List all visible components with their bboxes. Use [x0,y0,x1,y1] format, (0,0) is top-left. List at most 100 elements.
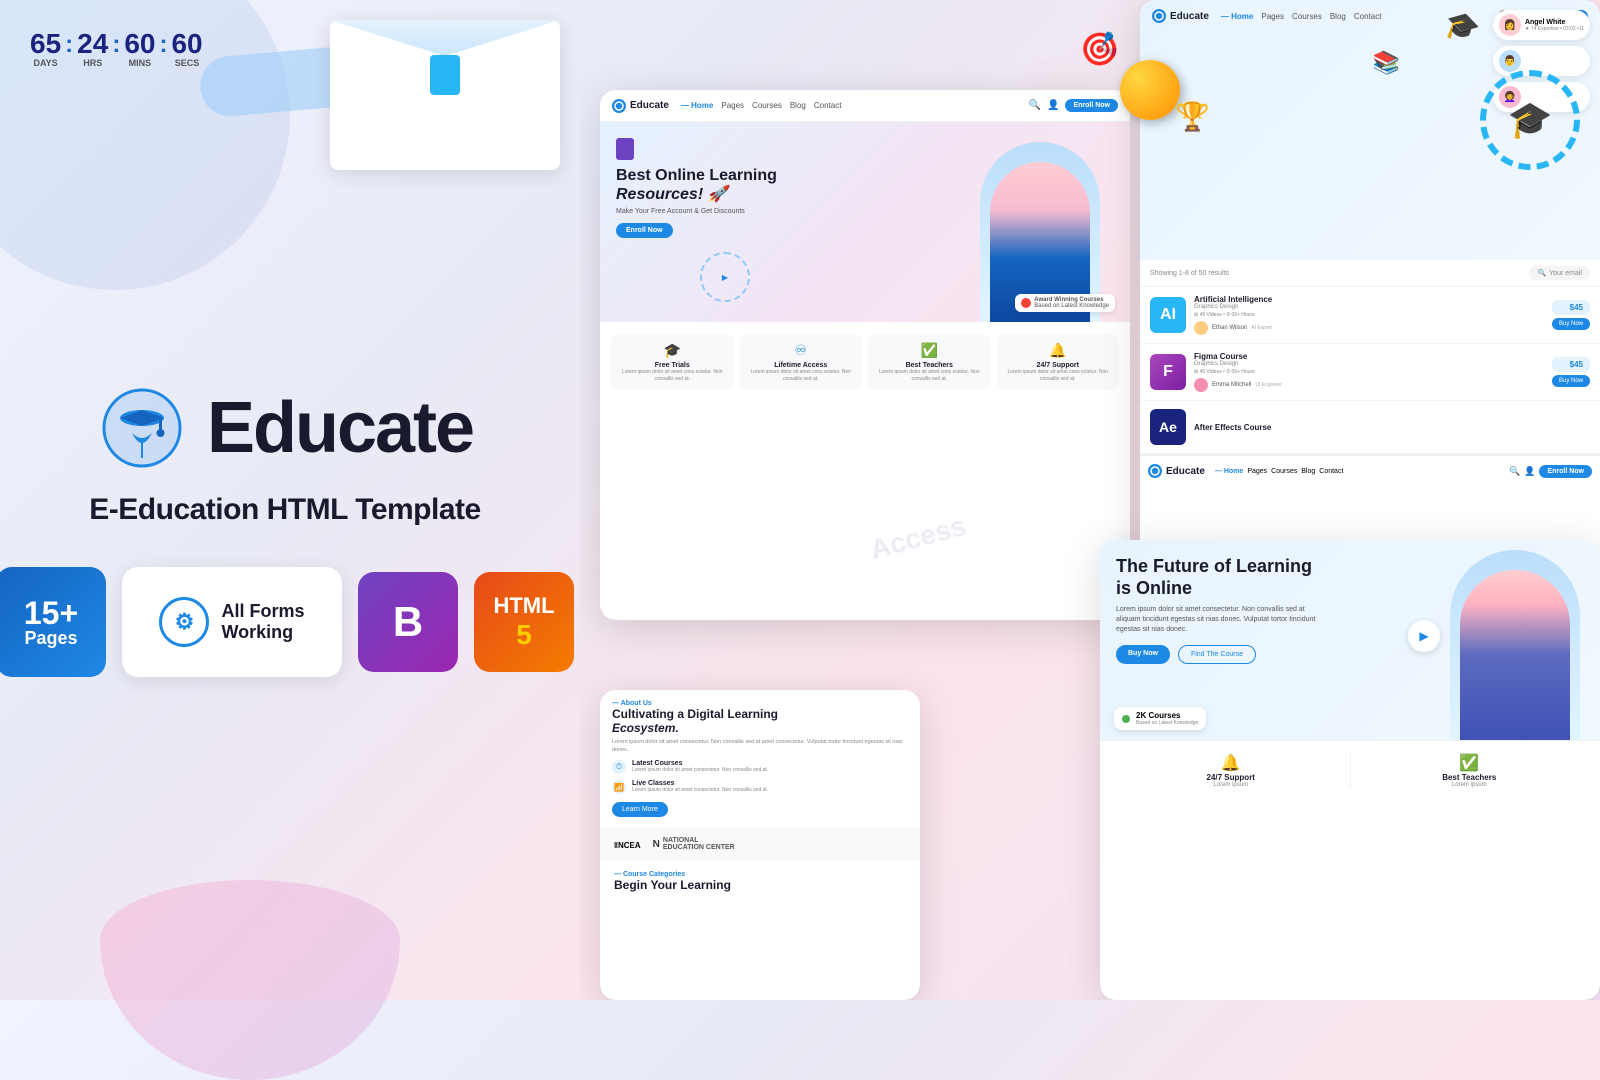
sc-figma-thumb: F [1150,354,1186,390]
sc-right-bottom-nav-pages[interactable]: Pages [1247,468,1267,475]
sc-decor-book: 📚 [1373,50,1400,76]
sc-right-nav-blog[interactable]: Blog [1330,12,1346,21]
logo-container: Educate [97,383,473,473]
sc-bl-learn-btn[interactable]: Learn More [612,802,668,817]
sc-right-bottom-logo-icon [1148,464,1162,478]
sc-br-support-text: 24/7 Support [1112,773,1350,782]
screenshot-main: Educate — Home Pages Courses Blog Contac… [600,90,1130,620]
sc-br-find-btn[interactable]: Find The Course [1178,645,1256,664]
sc-figma-instructor-name: Emma Mitchell [1212,382,1251,388]
sc-right-bottom-logo: Educate [1148,464,1205,478]
sc-features-row: 🎓 Free Trials Lorem ipsum dolor sit amet… [600,322,1130,402]
sc-ai-price: $45 [1552,300,1590,315]
sc-nav-home[interactable]: — Home [681,101,713,110]
sc-nav-contact[interactable]: Contact [814,101,842,110]
badge-html: HTML 5 [474,572,574,672]
sc-right-bottom-nav-blog[interactable]: Blog [1301,468,1315,475]
brand-name: Educate [207,387,473,469]
sc-trials-title: Free Trials [615,362,730,369]
sc-right-bottom-nav: Educate — Home Pages Courses Blog Contac… [1140,454,1600,486]
sc-bl-list-item2-text: Live Classes Lorem ipsum dolor sit amet … [632,780,768,793]
sc-search-icon[interactable]: 🔍 [1029,100,1041,111]
sc-ai-instructor-role: AI Expert [1251,325,1272,331]
tagline-text: E-Education HTML Template [89,493,480,527]
sc-feature-teachers: ✅ Best Teachers Lorem ipsum dolor sit am… [868,334,991,390]
countdown-sep3: : [159,31,167,59]
sc-right-bottom-user-icon[interactable]: 👤 [1524,466,1535,477]
sc-br-courses-sub: Based on Latest Knowledge [1136,720,1198,726]
sc-br-student [1450,550,1580,740]
sc-main-logo-icon [612,99,626,113]
badge-forms: ⚙ All Forms Working [122,567,342,677]
sc-teachers-title: Best Teachers [872,362,987,369]
sc-right-bottom-enroll[interactable]: Enroll Now [1539,465,1592,478]
sc-ae-info: After Effects Course [1194,423,1590,432]
sc-avatar-img-angel: 👩 [1499,14,1521,36]
sc-br-student-figure [1460,570,1570,740]
sc-right-nav-pages[interactable]: Pages [1261,12,1284,21]
sc-right-nav-contact[interactable]: Contact [1354,12,1382,21]
sc-figma-price-block: $45 Buy Now [1552,357,1590,387]
sc-br-buy-btn[interactable]: Buy Now [1116,645,1170,664]
badges-row: 15+ Pages ⚙ All Forms Working B HTML 5 [0,567,574,677]
forms-line2: Working [221,622,304,643]
sc-trials-icon: 🎓 [615,342,730,359]
sc-avatar-angel: 👩 Angel White ★ 74 Expertise • 03:02 •11 [1493,10,1590,40]
sc-email-input[interactable]: 🔍 Your email [1529,266,1590,280]
sc-brands-section: ‖NCEA N NATIONALEDUCATION CENTER [600,827,920,861]
sc-ai-buy-btn[interactable]: Buy Now [1552,318,1590,330]
sc-ai-info: Artificial Intelligence Graphics Design … [1194,295,1544,335]
sc-figma-name: Figma Course [1194,352,1544,361]
sc-brand-ncea: ‖NCEA [614,835,641,853]
screenshot-bottom-left: — About Us Cultivating a Digital Learnin… [600,690,920,1000]
sc-cat-title: Begin Your Learning [614,878,906,892]
sc-br-hero-desc: Lorem ipsum dolor sit amet consectetur. … [1116,605,1316,634]
sc-br-play-btn[interactable]: ▶ [1408,620,1440,652]
sc-ae-thumb: Ae [1150,409,1186,445]
countdown-timer: 65 Days : 24 Hrs : 60 Mins : 60 Secs [30,30,203,68]
sc-right-bottom-nav-courses[interactable]: Courses [1271,468,1297,475]
sc-categories-section: — Course Categories Begin Your Learning [600,861,920,902]
sc-right-bottom-search-icon[interactable]: 🔍 [1509,466,1520,477]
sc-right-nav-courses[interactable]: Courses [1292,12,1322,21]
sc-nav-pages[interactable]: Pages [721,101,744,110]
sc-teachers-icon: ✅ [872,342,987,359]
sc-right-bottom-nav-contact[interactable]: Contact [1319,468,1343,475]
sc-br-courses-count: 2K Courses [1136,711,1198,720]
sc-avatar-name-angel: Angel White [1525,19,1584,26]
sc-course-ae: Ae After Effects Course [1140,401,1600,454]
sc-right-nav-home[interactable]: — Home [1221,12,1253,21]
sc-access-title: Lifetime Access [744,362,859,369]
sc-right-bottom-nav-home[interactable]: — Home [1215,468,1243,475]
sc-bl-section-title: Cultivating a Digital Learning [612,707,908,721]
sc-award-sub: Based on Latest Knowledge [1034,303,1109,309]
sc-right-logo: Educate [1152,9,1209,23]
left-panel: 65 Days : 24 Hrs : 60 Mins : 60 Secs [0,0,570,1000]
sc-decor-rocket: 🎯 [1073,23,1127,76]
countdown-mins: 60 Mins [124,30,155,68]
sc-video-intro[interactable]: ▶ [700,252,750,302]
sc-right-logo-icon [1152,9,1166,23]
sc-nav-courses[interactable]: Courses [752,101,782,110]
badge-html-version: 5 [516,619,532,651]
sc-courses-list-icon: ⏱ [612,760,626,774]
sc-live-title: Live Classes [632,780,768,787]
sc-ai-thumb: AI [1150,297,1186,333]
sc-user-icon[interactable]: 👤 [1047,100,1059,111]
badge-pages-number: 15+ [24,597,78,629]
sc-enroll-button[interactable]: Enroll Now [1065,99,1118,112]
sc-right-logo-text: Educate [1170,11,1209,22]
sc-br-bottom-stats: 🔔 24/7 Support Lorem ipsum ✅ Best Teache… [1100,740,1600,800]
sc-main-logo-text: Educate [630,100,669,111]
sc-br-hero-title2: is Online [1116,578,1336,600]
sc-br-support-sub: Lorem ipsum [1112,782,1350,788]
sc-hero-cta-button[interactable]: Enroll Now [616,223,673,238]
sc-diploma-hat-icon: 🎓 [1508,99,1553,141]
sc-figma-buy-btn[interactable]: Buy Now [1552,375,1590,387]
forms-text: All Forms Working [221,601,304,643]
sc-figma-category: Graphics Design [1194,361,1544,367]
sc-br-teachers-text: Best Teachers [1351,773,1589,782]
sc-nav-blog[interactable]: Blog [790,101,806,110]
sc-bl-section-title2: Ecosystem. [612,721,908,735]
countdown-sep2: : [112,31,120,59]
